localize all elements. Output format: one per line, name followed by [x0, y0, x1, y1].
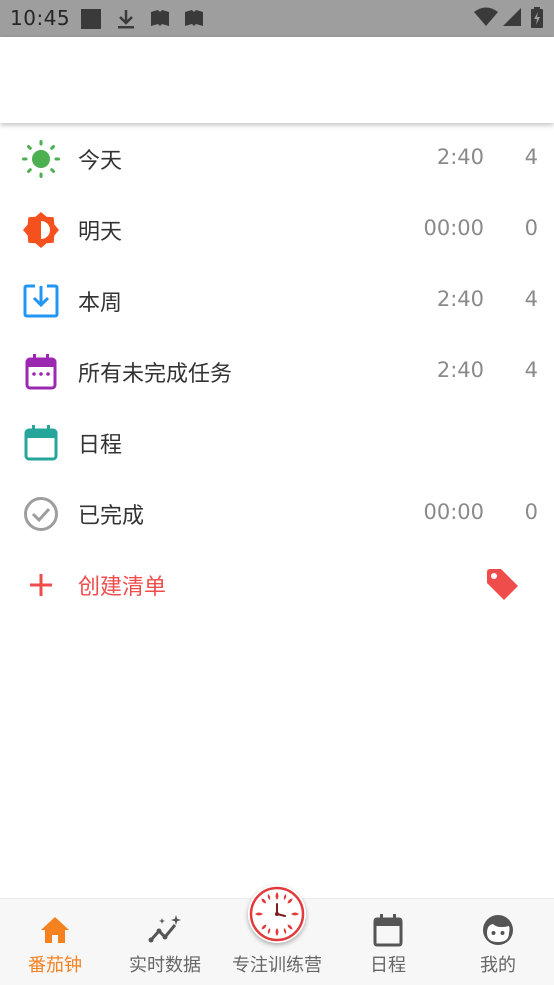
book-icon [151, 10, 169, 26]
list-item-count: 4 [524, 287, 538, 311]
half-sun-icon [23, 212, 59, 248]
download-icon [118, 10, 134, 29]
list-item-label: 今天 [78, 149, 123, 174]
face-icon [483, 915, 513, 945]
nav-label: 专注训练营 [232, 955, 322, 976]
list-item-label: 所有未完成任务 [78, 362, 233, 387]
list-item-time: 00:00 [423, 500, 484, 524]
status-time: 10:45 [10, 6, 71, 30]
download-box-icon [23, 284, 59, 318]
status-bar: 10:45 [0, 0, 554, 37]
clock-icon [249, 886, 305, 942]
list-item-all-unfinished[interactable]: 所有未完成任务 2:40 4 [0, 336, 554, 407]
list-item-label: 已完成 [78, 504, 145, 529]
list-item-today[interactable]: 今天 2:40 4 [0, 123, 554, 194]
signal-icon [503, 8, 521, 26]
list-item-time: 2:40 [436, 287, 484, 311]
list-item-schedule[interactable]: 日程 [0, 407, 554, 478]
list-item-time: 2:40 [436, 145, 484, 169]
list-item-this-week[interactable]: 本周 2:40 4 [0, 265, 554, 336]
list-item-count: 4 [524, 358, 538, 382]
list-item-completed[interactable]: 已完成 00:00 0 [0, 478, 554, 549]
create-list-button[interactable]: 创建清单 [0, 549, 554, 620]
calendar-icon [24, 425, 58, 461]
list-item-count: 0 [524, 500, 538, 524]
calendar-dots-icon [25, 354, 57, 390]
list-item-label: 日程 [78, 433, 123, 458]
list-item-time: 00:00 [423, 216, 484, 240]
wifi-icon [474, 7, 498, 26]
calendar-icon [373, 914, 403, 947]
notification-square-icon [81, 9, 101, 29]
tag-icon[interactable] [484, 566, 520, 602]
list-item-time: 2:40 [436, 358, 484, 382]
nav-tab-tomato[interactable]: 番茄钟 [0, 899, 110, 985]
list-item-label: 明天 [78, 220, 123, 245]
list-item-count: 4 [524, 145, 538, 169]
nav-label: 实时数据 [129, 955, 201, 976]
check-circle-icon [24, 497, 58, 531]
nav-tab-mine[interactable]: 我的 [443, 899, 553, 985]
create-list-label: 创建清单 [78, 575, 167, 600]
list-item-label: 本周 [78, 291, 123, 316]
book-icon [185, 10, 203, 26]
nav-tab-schedule[interactable]: 日程 [333, 899, 443, 985]
nav-tab-realtime-data[interactable]: 实时数据 [110, 899, 220, 985]
app-header [0, 37, 554, 123]
nav-label: 我的 [480, 955, 516, 976]
battery-icon [531, 7, 543, 28]
trend-icon [148, 915, 181, 943]
list-item-tomorrow[interactable]: 明天 00:00 0 [0, 194, 554, 265]
list-item-count: 0 [524, 216, 538, 240]
home-icon [41, 917, 69, 943]
sun-icon [22, 140, 60, 178]
focus-clock-button[interactable] [248, 885, 306, 943]
nav-label: 日程 [370, 955, 406, 976]
nav-label: 番茄钟 [28, 955, 82, 976]
plus-icon [30, 574, 52, 596]
